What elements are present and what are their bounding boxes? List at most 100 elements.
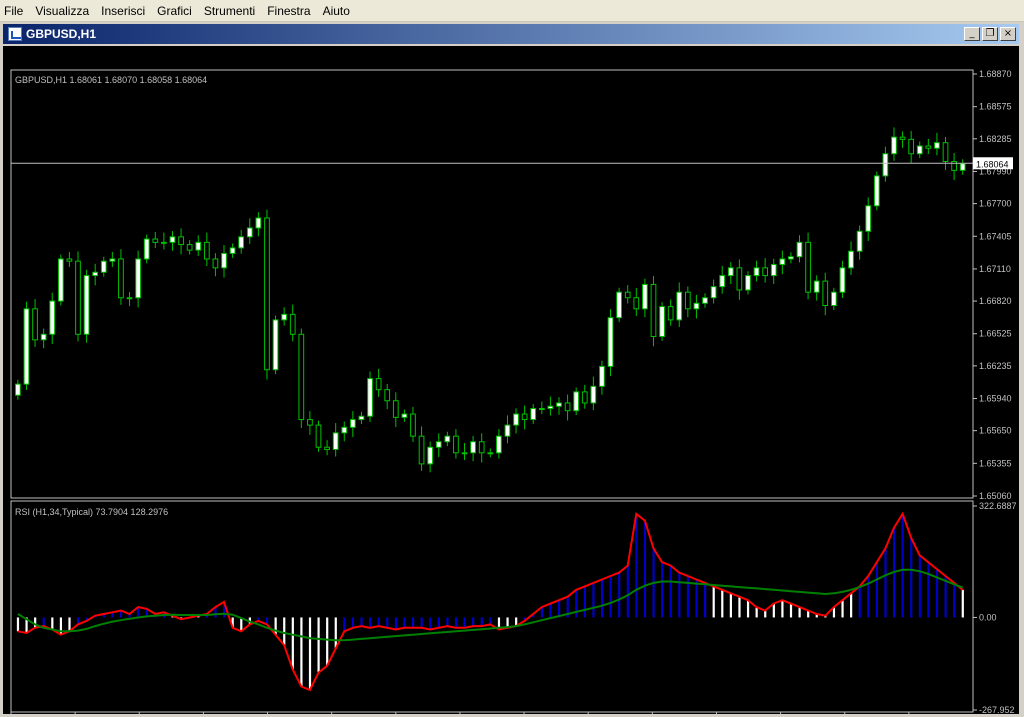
menu-finestra[interactable]: Finestra — [261, 1, 316, 21]
bull-candle — [959, 163, 966, 171]
bull-candle — [642, 283, 648, 310]
bear-candle — [478, 441, 485, 454]
bull-candle — [221, 252, 227, 269]
histogram-bar — [386, 617, 389, 628]
histogram-bar — [369, 617, 372, 628]
menu-visualizza[interactable]: Visualizza — [29, 1, 95, 21]
rsi-signal-line — [17, 568, 964, 642]
histogram-bar — [618, 572, 621, 618]
histogram-bar — [16, 617, 20, 632]
histogram-bar — [480, 617, 483, 627]
price-axis-label: 1.66525 — [979, 329, 1012, 339]
bull-candle — [538, 407, 545, 410]
minimize-button[interactable]: _ — [964, 27, 980, 41]
bull-candle — [444, 435, 451, 443]
histogram-bar — [841, 600, 844, 618]
bull-candle — [573, 391, 580, 412]
bear-candle — [203, 241, 210, 260]
bull-candle — [916, 145, 923, 155]
chart-canvas[interactable]: 1.688701.685751.682851.679901.677001.674… — [3, 46, 1019, 714]
bear-candle — [298, 333, 305, 421]
menu-inserisci[interactable]: Inserisci — [95, 1, 151, 21]
histogram-bar — [291, 617, 294, 670]
bull-candle — [229, 247, 236, 254]
bull-candle — [676, 291, 683, 321]
menu-aiuto[interactable]: Aiuto — [317, 1, 356, 21]
histogram-bar — [68, 617, 71, 632]
bull-candle — [607, 317, 614, 367]
bear-candle — [899, 136, 906, 140]
histogram-bar — [729, 593, 732, 618]
bull-candle — [135, 258, 141, 299]
bear-candle — [186, 244, 193, 251]
rsi-line — [17, 511, 964, 692]
bull-candle — [547, 405, 554, 409]
bear-candle — [324, 446, 330, 450]
bear-candle — [307, 419, 313, 426]
histogram-bar — [712, 586, 715, 618]
bull-candle — [195, 241, 202, 251]
price-panel-frame — [10, 69, 974, 499]
histogram-bar — [635, 513, 638, 618]
histogram-bar — [918, 555, 921, 618]
bull-candle — [727, 267, 734, 277]
bear-candle — [384, 389, 391, 402]
histogram-bar — [592, 582, 595, 618]
bear-candle — [624, 291, 631, 299]
bear-candle — [762, 267, 769, 277]
histogram-bar — [308, 617, 312, 690]
histogram-bar — [463, 617, 466, 628]
indicator-axis-label: 0.00 — [979, 612, 997, 622]
bull-candle — [496, 435, 502, 454]
bull-candle — [590, 385, 597, 404]
bull-candle — [848, 250, 854, 269]
histogram-bar — [429, 617, 432, 630]
bear-candle — [212, 258, 219, 269]
price-axis-label: 1.68285 — [979, 134, 1012, 144]
bear-candle — [410, 413, 416, 437]
menu-grafici[interactable]: Grafici — [151, 1, 198, 21]
current-price-label: 1.68064 — [976, 159, 1009, 169]
histogram-bar — [454, 617, 458, 628]
menu-file[interactable]: File — [0, 1, 29, 21]
bear-candle — [32, 308, 38, 341]
bull-candle — [813, 280, 820, 293]
histogram-bar — [300, 617, 303, 687]
histogram-bar — [626, 565, 629, 618]
histogram-bar — [798, 607, 801, 618]
bull-candle — [599, 365, 605, 387]
histogram-bar — [317, 617, 320, 673]
histogram-bar — [583, 586, 586, 618]
price-axis-label: 1.67405 — [979, 231, 1012, 241]
bull-candle — [435, 441, 442, 448]
close-button[interactable]: × — [1000, 27, 1016, 41]
histogram-bar — [403, 617, 406, 628]
window-titlebar[interactable]: GBPUSD,H1 _ ❐ × — [3, 24, 1019, 44]
bear-candle — [264, 217, 270, 371]
histogram-bar — [51, 617, 54, 630]
bear-candle — [152, 238, 159, 243]
bull-candle — [710, 286, 717, 299]
price-axis-label: 1.65650 — [979, 426, 1012, 436]
chart-area[interactable]: 1.68870 1.68575 1.68285 1.67990 1.67700 1.674… — [3, 46, 1019, 714]
price-axis-label: 1.65355 — [979, 458, 1012, 468]
histogram-bar — [884, 548, 887, 618]
histogram-bar — [394, 617, 397, 630]
histogram-bar — [746, 600, 750, 618]
bull-candle — [281, 313, 288, 321]
restore-button[interactable]: ❐ — [982, 27, 998, 41]
histogram-bar — [721, 589, 724, 618]
bull-candle — [143, 238, 150, 260]
indicator-axis-label: 322.6887 — [979, 501, 1017, 511]
bear-candle — [289, 313, 296, 335]
bull-candle — [358, 415, 365, 421]
bear-candle — [633, 297, 640, 310]
bear-candle — [822, 280, 829, 306]
bull-candle — [40, 333, 47, 341]
price-axis-label: 1.67110 — [979, 264, 1011, 274]
menu-strumenti[interactable]: Strumenti — [198, 1, 261, 21]
price-axis-label: 1.66235 — [979, 361, 1012, 371]
histogram-bar — [600, 579, 604, 618]
bear-candle — [418, 435, 425, 465]
bull-candle — [719, 275, 726, 288]
